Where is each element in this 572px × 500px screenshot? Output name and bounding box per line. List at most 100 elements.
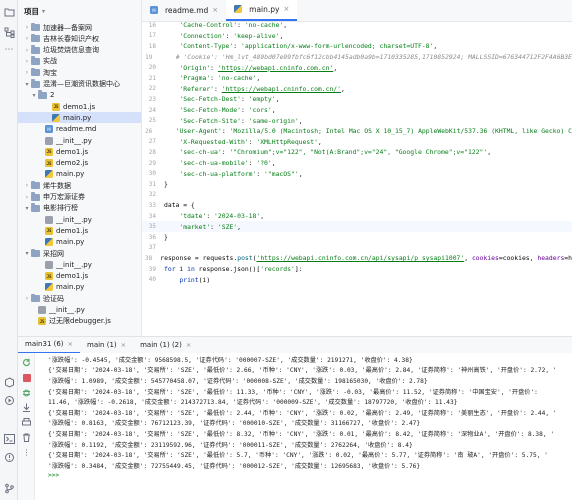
python-init-file-icon <box>45 136 53 145</box>
tree-item[interactable]: › 实战 <box>18 56 141 67</box>
scroll-end-icon[interactable] <box>21 402 32 413</box>
folder-icon <box>31 33 40 43</box>
folder-icon[interactable] <box>3 6 15 18</box>
code-text: 'tdate': '2024-03-18', <box>179 212 265 221</box>
editor-tab[interactable]: main.py × <box>226 0 298 21</box>
tree-item[interactable]: main.py <box>18 112 141 124</box>
stop-icon[interactable] <box>21 372 32 383</box>
console-line: {'交易日期': '2024-03-18', '交易所': 'SZE', '最低… <box>48 388 538 396</box>
project-panel-title[interactable]: 项目 ▾ <box>18 0 141 22</box>
tree-item-label: demo1.js <box>56 147 89 156</box>
tree-item[interactable]: JS 过无限debugger.js <box>18 316 141 327</box>
tree-item[interactable]: JS demo2.js <box>18 158 141 169</box>
code-line: 35 'market': 'SZE', <box>142 221 572 232</box>
tree-item[interactable]: main.py <box>18 169 141 180</box>
close-icon[interactable]: × <box>186 341 191 349</box>
chevron-down-icon[interactable]: ▾ <box>30 92 38 99</box>
tree-item[interactable]: __init__.py <box>18 135 141 146</box>
console-line: {'交易日期': '2024-03-18', '交易所': 'SZE', '最低… <box>48 367 557 375</box>
tree-item-label: 吉林长春知识产权 <box>43 34 99 43</box>
problems-icon[interactable] <box>3 451 15 463</box>
chevron-right-icon[interactable]: › <box>23 24 31 31</box>
tree-item[interactable]: __init__.py <box>18 305 141 316</box>
tree-item[interactable]: › 验证码 <box>18 293 141 304</box>
console-line: '涨跌幅': 0.3484, '成交金额': 72755449.45, '证券代… <box>48 462 421 470</box>
code-text: response = requests.post('https://webapi… <box>160 254 572 263</box>
tree-item[interactable]: JS demo1.js <box>18 101 141 112</box>
close-icon[interactable]: × <box>212 6 218 14</box>
run-tab-label: main31 (6) <box>25 340 64 348</box>
print-icon[interactable] <box>21 417 32 428</box>
tree-item[interactable]: ▾ 采招网 <box>18 248 141 259</box>
tree-item[interactable]: ▾ 2 <box>18 90 141 101</box>
tree-item-label: demo2.js <box>56 159 89 168</box>
tree-item[interactable]: main.py <box>18 282 141 293</box>
code-text: } <box>164 233 168 242</box>
line-number: 19 <box>145 53 153 61</box>
tree-item[interactable]: __init__.py <box>18 259 141 270</box>
rerun-icon[interactable] <box>21 357 32 368</box>
tree-item[interactable]: main.py <box>18 237 141 248</box>
chevron-right-icon[interactable]: › <box>23 35 31 42</box>
line-number: 26 <box>145 127 153 135</box>
tree-item[interactable]: › 烯牛数据 <box>18 180 141 191</box>
tree-item[interactable]: JS demo1.js <box>18 225 141 236</box>
close-icon[interactable]: × <box>121 341 126 349</box>
tree-item[interactable]: › 垃圾焚烧信息查询 <box>18 45 141 56</box>
close-icon[interactable]: × <box>283 5 289 13</box>
tree-item[interactable]: › 加速器—备案网 <box>18 22 141 33</box>
run-tab[interactable]: main (1) (2) × <box>133 337 198 354</box>
tree-item[interactable]: › 淘宝 <box>18 67 141 78</box>
chevron-right-icon[interactable]: › <box>23 47 31 54</box>
code-line: 27 'X-Requested-With': 'XMLHttpRequest', <box>142 137 572 148</box>
debug-icon[interactable] <box>21 387 32 398</box>
structure-icon[interactable] <box>3 26 15 38</box>
chevron-right-icon[interactable]: › <box>23 69 31 76</box>
trash-icon[interactable] <box>21 432 32 443</box>
code-text: print(i) <box>179 275 211 284</box>
python-file-icon <box>45 283 53 292</box>
python-file-icon <box>234 5 243 13</box>
editor-tab[interactable]: Mreadme.md × <box>142 0 226 21</box>
chevron-down-icon[interactable]: ▾ <box>42 8 45 15</box>
chevron-right-icon[interactable]: › <box>23 194 31 201</box>
chevron-down-icon[interactable]: ▾ <box>23 205 31 212</box>
tree-item[interactable]: › 吉林长春知识产权 <box>18 33 141 44</box>
code-line: 30 'sec-ch-ua-platform': '"macOS"', <box>142 168 572 179</box>
more-icon[interactable]: ⋯ <box>3 44 15 56</box>
tree-item[interactable]: › 申万宏源证券 <box>18 192 141 203</box>
python-file-icon <box>45 170 53 179</box>
code-editor[interactable]: 16 'Cache-Control': 'no-cache', 17 'Conne… <box>142 22 572 336</box>
tree-item-label: 验证码 <box>43 294 64 303</box>
tree-item[interactable]: JS demo1.js <box>18 271 141 282</box>
chevron-down-icon[interactable]: ▾ <box>23 81 31 88</box>
folder-icon <box>38 90 47 99</box>
javascript-file-icon: JS <box>45 147 53 156</box>
code-text: 'Sec-Fetch-Mode': 'cors', <box>179 106 276 115</box>
tree-item-label: __init__.py <box>49 306 85 314</box>
tree-item[interactable]: JS demo1.js <box>18 146 141 157</box>
run-tab[interactable]: main31 (6) × <box>18 337 80 354</box>
run-tab[interactable]: main (1) × <box>80 337 133 354</box>
chevron-right-icon[interactable]: › <box>23 295 31 302</box>
services-icon[interactable] <box>3 394 15 406</box>
terminal-icon[interactable] <box>3 433 15 445</box>
folder-icon <box>31 22 40 31</box>
tree-item[interactable]: ▾ 电影排行榜 <box>18 203 141 214</box>
tree-item[interactable]: ▾ 混淆—巨潮资讯数据中心 <box>18 79 141 90</box>
run-console[interactable]: '涨跌幅': -0.4545, '成交金额': 9568598.5, '证券代码… <box>35 353 572 500</box>
tree-item[interactable]: Mreadme.md <box>18 124 141 135</box>
line-number: 40 <box>148 276 156 284</box>
git-icon[interactable] <box>3 482 15 494</box>
python-packages-icon[interactable] <box>3 376 15 388</box>
code-text: 'User-Agent': 'Mozilla/5.0 (Macintosh; I… <box>175 127 572 136</box>
folder-icon <box>31 192 40 201</box>
chevron-right-icon[interactable]: › <box>23 182 31 189</box>
javascript-file-icon: JS <box>52 102 60 111</box>
console-prompt[interactable]: >>> <box>48 471 59 482</box>
tree-item[interactable]: __init__.py <box>18 214 141 225</box>
close-icon[interactable]: × <box>68 340 73 348</box>
chevron-right-icon[interactable]: › <box>23 58 31 65</box>
more-icon[interactable]: ⋮ <box>21 447 32 458</box>
chevron-down-icon[interactable]: ▾ <box>23 250 31 257</box>
